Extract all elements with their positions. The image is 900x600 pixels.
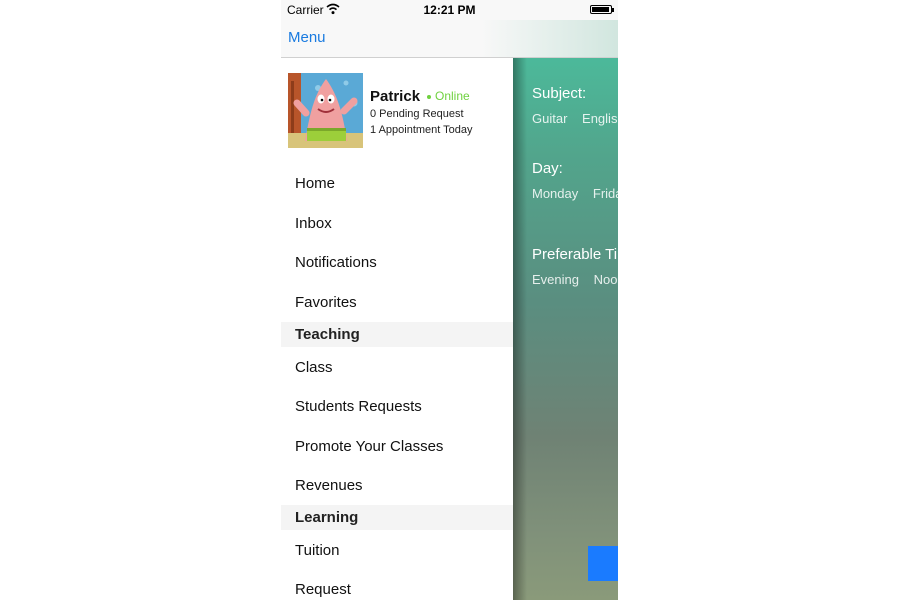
profile-name: Patrick	[370, 88, 421, 105]
time-label: Preferable Ti	[532, 246, 618, 263]
subject-value: Englis	[582, 111, 618, 126]
menu-item-promote-classes[interactable]: Promote Your Classes	[295, 438, 443, 455]
menu-item-inbox[interactable]: Inbox	[295, 215, 332, 232]
menu-item-revenues[interactable]: Revenues	[295, 477, 363, 494]
section-title: Teaching	[295, 326, 360, 343]
avatar-image	[288, 73, 363, 148]
day-label: Day:	[532, 160, 563, 177]
menu-item-favorites[interactable]: Favorites	[295, 294, 357, 311]
battery-icon	[590, 5, 614, 14]
time-value: Noon	[593, 272, 618, 287]
menu-item-class[interactable]: Class	[295, 359, 333, 376]
subject-value: Guitar	[532, 111, 568, 126]
day-value: Frida	[592, 186, 618, 201]
online-status: Online	[427, 89, 470, 103]
appointments-today: 1 Appointment Today	[370, 124, 473, 136]
menu-item-tuition[interactable]: Tuition	[295, 542, 339, 559]
time-value: Evening	[532, 272, 579, 287]
online-status-text: Online	[435, 89, 470, 103]
phone-screen: Carrier 12:21 PM Menu Subject: Guitar En…	[281, 0, 618, 600]
nav-bar: Menu	[281, 20, 618, 58]
section-header-learning: Learning	[281, 505, 513, 530]
subject-values: Guitar Englis	[532, 111, 618, 126]
menu-item-students-requests[interactable]: Students Requests	[295, 398, 422, 415]
avatar[interactable]	[288, 73, 363, 148]
menu-item-home[interactable]: Home	[295, 175, 335, 192]
subject-label: Subject:	[532, 85, 587, 102]
clock: 12:21 PM	[423, 3, 476, 17]
battery-fill	[592, 7, 610, 12]
section-header-teaching: Teaching	[281, 322, 513, 347]
menu-item-request[interactable]: Request	[295, 581, 351, 598]
action-button[interactable]	[588, 546, 618, 581]
menu-title[interactable]: Menu	[288, 29, 326, 46]
side-drawer: Patrick Online 0 Pending Request 1 Appoi…	[281, 58, 513, 600]
time-values: Evening Noon	[532, 272, 618, 287]
online-dot-icon	[427, 94, 431, 99]
nav-bar-fade	[481, 20, 618, 57]
drawer-shadow	[513, 58, 527, 600]
pending-requests: 0 Pending Request	[370, 108, 464, 120]
background-content: Subject: Guitar Englis Day: Monday Frida…	[513, 58, 618, 600]
menu-item-notifications[interactable]: Notifications	[295, 254, 377, 271]
status-bar: Carrier 12:21 PM	[281, 0, 618, 20]
day-values: Monday Frida	[532, 186, 618, 201]
day-value: Monday	[532, 186, 579, 201]
section-title: Learning	[295, 509, 359, 526]
